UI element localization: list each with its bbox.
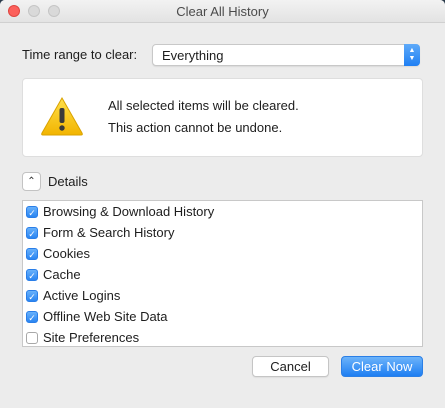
item-offline-web-site-data[interactable]: ✓ Offline Web Site Data — [23, 307, 422, 327]
checkbox-checked[interactable]: ✓ — [26, 248, 38, 260]
checkbox-unchecked[interactable] — [26, 332, 38, 344]
checkbox-checked[interactable]: ✓ — [26, 311, 38, 323]
item-browsing-download-history[interactable]: ✓ Browsing & Download History — [23, 202, 422, 222]
item-active-logins[interactable]: ✓ Active Logins — [23, 286, 422, 306]
item-cookies[interactable]: ✓ Cookies — [23, 244, 422, 264]
item-form-search-history[interactable]: ✓ Form & Search History — [23, 223, 422, 243]
checkbox-checked[interactable]: ✓ — [26, 206, 38, 218]
warning-icon — [41, 96, 83, 136]
warning-message-line1: All selected items will be cleared. — [108, 98, 299, 113]
item-label: Browsing & Download History — [43, 204, 215, 219]
window-title: Clear All History — [176, 4, 269, 19]
details-toggle-button[interactable]: ⌃ — [22, 172, 41, 191]
clear-history-dialog: Clear All History Time range to clear: E… — [0, 0, 445, 408]
updown-arrows-icon: ▲ ▼ — [404, 44, 420, 66]
cancel-button[interactable]: Cancel — [252, 356, 329, 377]
item-label: Active Logins — [43, 288, 121, 303]
item-site-preferences[interactable]: Site Preferences — [23, 328, 422, 348]
time-range-select[interactable]: Everything ▲ ▼ — [152, 44, 420, 66]
time-range-label: Time range to clear: — [22, 47, 138, 62]
history-items-list: ✓ Browsing & Download History ✓ Form & S… — [22, 200, 423, 347]
checkbox-checked[interactable]: ✓ — [26, 290, 38, 302]
item-label: Cookies — [43, 246, 90, 261]
details-label: Details — [48, 174, 88, 189]
warning-message-line2: This action cannot be undone. — [108, 120, 283, 135]
title-bar[interactable]: Clear All History — [0, 0, 445, 23]
clear-now-button[interactable]: Clear Now — [341, 356, 423, 377]
warning-panel: All selected items will be cleared. This… — [22, 78, 423, 157]
item-label: Site Preferences — [43, 330, 140, 345]
item-label: Cache — [43, 267, 81, 282]
checkbox-checked[interactable]: ✓ — [26, 227, 38, 239]
time-range-value: Everything — [162, 48, 224, 63]
item-label: Offline Web Site Data — [43, 309, 168, 324]
item-label: Form & Search History — [43, 225, 175, 240]
checkbox-checked[interactable]: ✓ — [26, 269, 38, 281]
item-cache[interactable]: ✓ Cache — [23, 265, 422, 285]
